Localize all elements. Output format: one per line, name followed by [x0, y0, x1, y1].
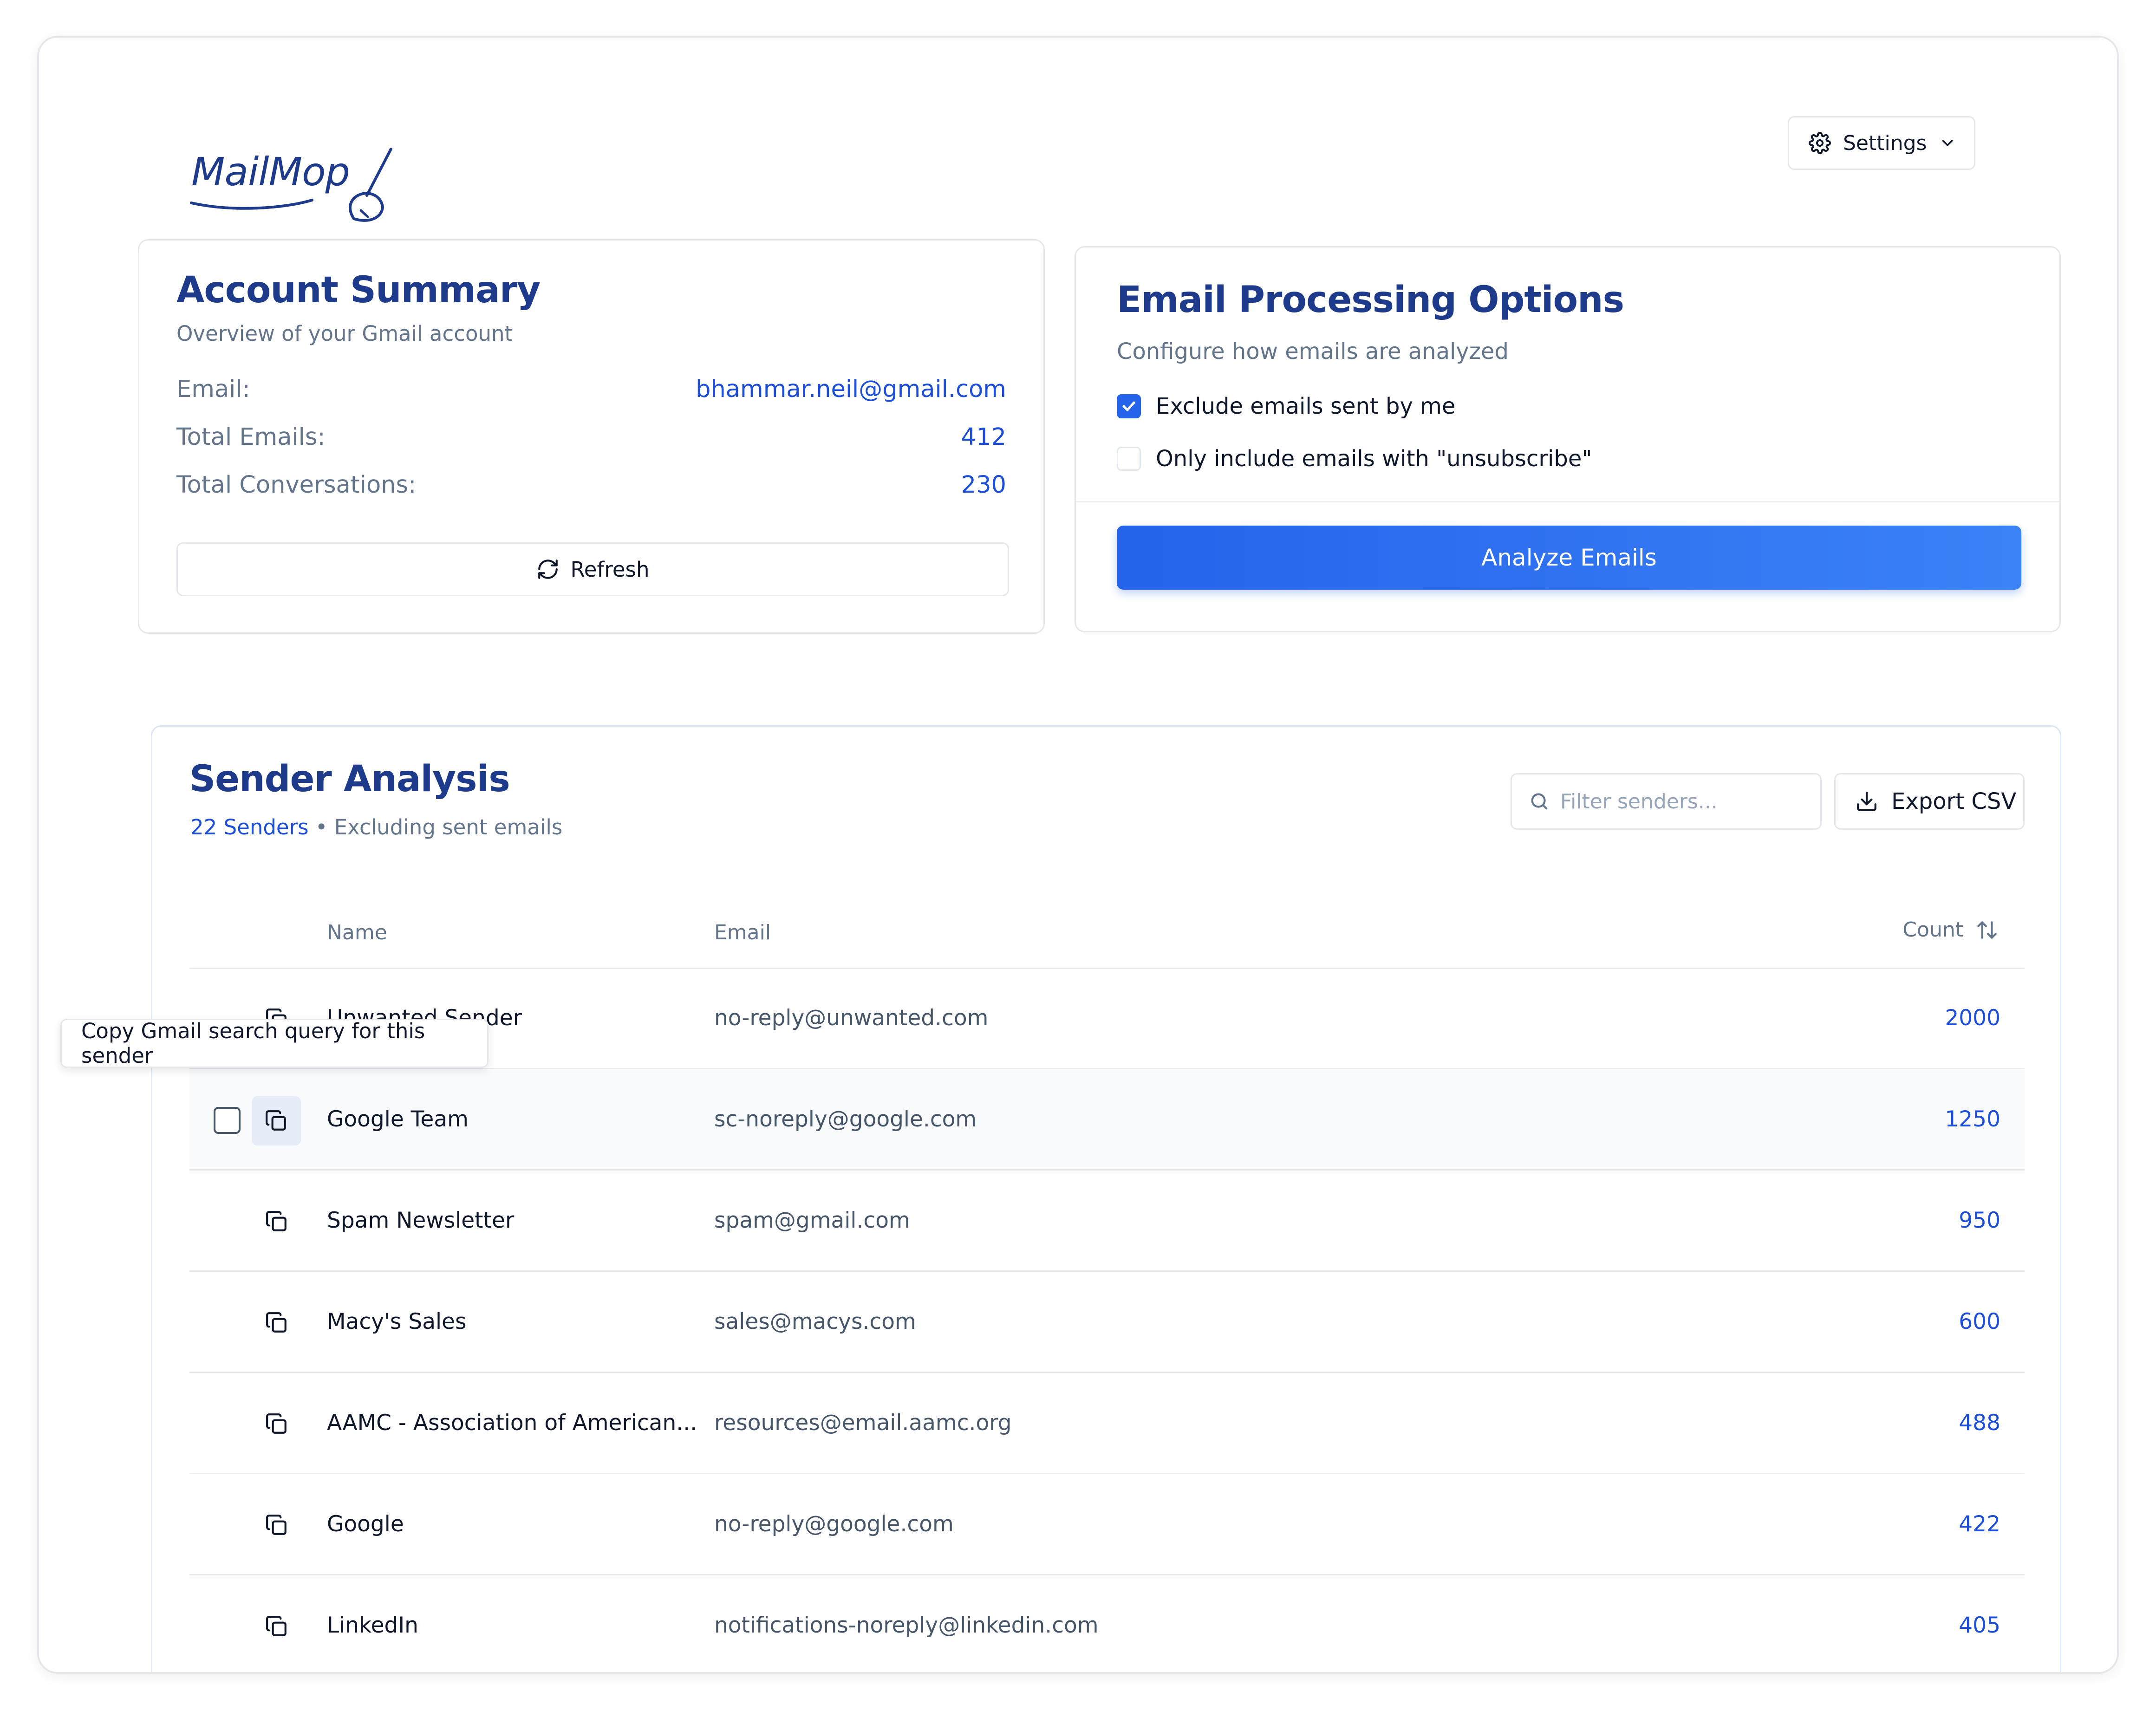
sender-email: sales@macys.com — [714, 1309, 916, 1334]
gear-icon — [1809, 132, 1831, 154]
account-summary-card: Account Summary Overview of your Gmail a… — [138, 239, 1045, 634]
sender-analysis-title: Sender Analysis — [189, 758, 510, 800]
analyze-emails-button[interactable]: Analyze Emails — [1117, 526, 2021, 590]
sender-count-value: 488 — [1959, 1410, 2000, 1436]
column-name[interactable]: Name — [327, 921, 387, 944]
copy-icon[interactable] — [263, 1208, 291, 1236]
email-value: bhammar.neil@gmail.com — [696, 375, 1006, 403]
options-divider — [1076, 501, 2059, 502]
sender-email: sc-noreply@google.com — [714, 1106, 977, 1132]
chevron-down-icon — [1942, 140, 1953, 146]
sender-analysis-card: Sender Analysis 22 Senders • Excluding s… — [151, 725, 2061, 1672]
account-summary-subtitle: Overview of your Gmail account — [176, 321, 513, 346]
total-conversations-label: Total Conversations: — [176, 471, 417, 499]
total-emails-label: Total Emails: — [176, 423, 326, 451]
refresh-button[interactable]: Refresh — [176, 542, 1009, 596]
settings-label: Settings — [1843, 131, 1927, 155]
sender-email: resources@email.aamc.org — [714, 1410, 1012, 1436]
check-icon — [1122, 401, 1135, 411]
filter-placeholder: Filter senders... — [1560, 789, 1718, 813]
sender-email: no-reply@google.com — [714, 1511, 954, 1537]
total-emails-value: 412 — [961, 423, 1006, 451]
sender-count-value: 950 — [1959, 1208, 2000, 1233]
sender-name: Google — [327, 1511, 404, 1537]
sender-count: 22 Senders — [190, 815, 309, 839]
exclude-sent-label: Exclude emails sent by me — [1156, 393, 1456, 419]
sort-icon[interactable] — [1975, 918, 1999, 942]
export-csv-button[interactable]: Export CSV — [1834, 773, 2025, 830]
app-window: MailMop Settings Account Summary Overvie… — [37, 36, 2119, 1674]
table-row[interactable]: Google Team sc-noreply@google.com 1250 — [189, 1070, 2025, 1171]
sender-email: notifications-noreply@linkedin.com — [714, 1613, 1099, 1638]
total-conversations-row: Total Conversations: 230 — [176, 466, 1006, 503]
sender-name: Macy's Sales — [327, 1309, 467, 1334]
account-summary-title: Account Summary — [176, 269, 541, 311]
sender-name: LinkedIn — [327, 1613, 418, 1638]
broom-icon — [190, 148, 392, 222]
export-csv-label: Export CSV — [1891, 788, 2017, 814]
copy-query-tooltip: Copy Gmail search query for this sender — [60, 1019, 489, 1068]
filter-senders-input[interactable]: Filter senders... — [1511, 773, 1822, 830]
table-row[interactable]: LinkedIn notifications-noreply@linkedin.c… — [189, 1576, 2025, 1672]
sender-analysis-meta: 22 Senders • Excluding sent emails — [190, 815, 562, 839]
tooltip-text: Copy Gmail search query for this sender — [81, 1019, 425, 1068]
table-row[interactable]: Spam Newsletter spam@gmail.com 950 — [189, 1171, 2025, 1272]
copy-icon[interactable] — [263, 1309, 291, 1337]
total-emails-row: Total Emails: 412 — [176, 418, 1006, 455]
table-header: Name Email Count — [189, 894, 2025, 969]
download-icon — [1857, 792, 1876, 811]
exclude-sent-checkbox[interactable] — [1117, 394, 1141, 418]
copy-icon[interactable] — [263, 1613, 291, 1640]
processing-options-card: Email Processing Options Configure how e… — [1075, 246, 2061, 632]
column-email[interactable]: Email — [714, 921, 771, 944]
sender-count-value: 600 — [1959, 1309, 2000, 1334]
table-row[interactable]: AAMC - Association of American... resourc… — [189, 1374, 2025, 1474]
meta-separator: • — [315, 815, 328, 839]
settings-dropdown-button[interactable]: Settings — [1788, 116, 1975, 170]
unsubscribe-only-label: Only include emails with "unsubscribe" — [1156, 446, 1592, 472]
copy-icon[interactable] — [252, 1096, 301, 1145]
sender-name: AAMC - Association of American... — [327, 1410, 697, 1436]
refresh-icon — [538, 559, 558, 579]
exclude-sent-option[interactable]: Exclude emails sent by me — [1117, 393, 1455, 419]
sender-count-value: 2000 — [1945, 1005, 2000, 1031]
total-conversations-value: 230 — [961, 471, 1006, 499]
column-count-label: Count — [1902, 918, 1963, 942]
sender-name: Spam Newsletter — [327, 1208, 515, 1233]
refresh-label: Refresh — [570, 557, 650, 582]
sender-count-value: 405 — [1959, 1613, 2000, 1638]
sender-email: spam@gmail.com — [714, 1208, 910, 1233]
table-row[interactable]: Google no-reply@google.com 422 — [189, 1475, 2025, 1575]
sender-name: Google Team — [327, 1106, 469, 1132]
unsubscribe-only-option[interactable]: Only include emails with "unsubscribe" — [1117, 446, 1592, 472]
email-label: Email: — [176, 375, 250, 403]
processing-options-title: Email Processing Options — [1117, 279, 1624, 321]
column-count[interactable]: Count — [1902, 918, 1999, 942]
table-row[interactable]: Macy's Sales sales@macys.com 600 — [189, 1273, 2025, 1373]
copy-icon[interactable] — [263, 1410, 291, 1438]
sender-email: no-reply@unwanted.com — [714, 1005, 989, 1031]
logo: MailMop — [150, 107, 410, 228]
row-select-checkbox[interactable] — [214, 1107, 241, 1134]
unsubscribe-only-checkbox[interactable] — [1117, 447, 1141, 471]
processing-options-subtitle: Configure how emails are analyzed — [1117, 338, 1509, 364]
copy-icon[interactable] — [263, 1511, 291, 1539]
search-icon — [1531, 793, 1548, 810]
account-email-row: Email: bhammar.neil@gmail.com — [176, 371, 1006, 408]
sender-meta-note: Excluding sent emails — [334, 815, 563, 839]
sender-count-value: 1250 — [1945, 1106, 2000, 1132]
sender-count-value: 422 — [1959, 1511, 2000, 1537]
